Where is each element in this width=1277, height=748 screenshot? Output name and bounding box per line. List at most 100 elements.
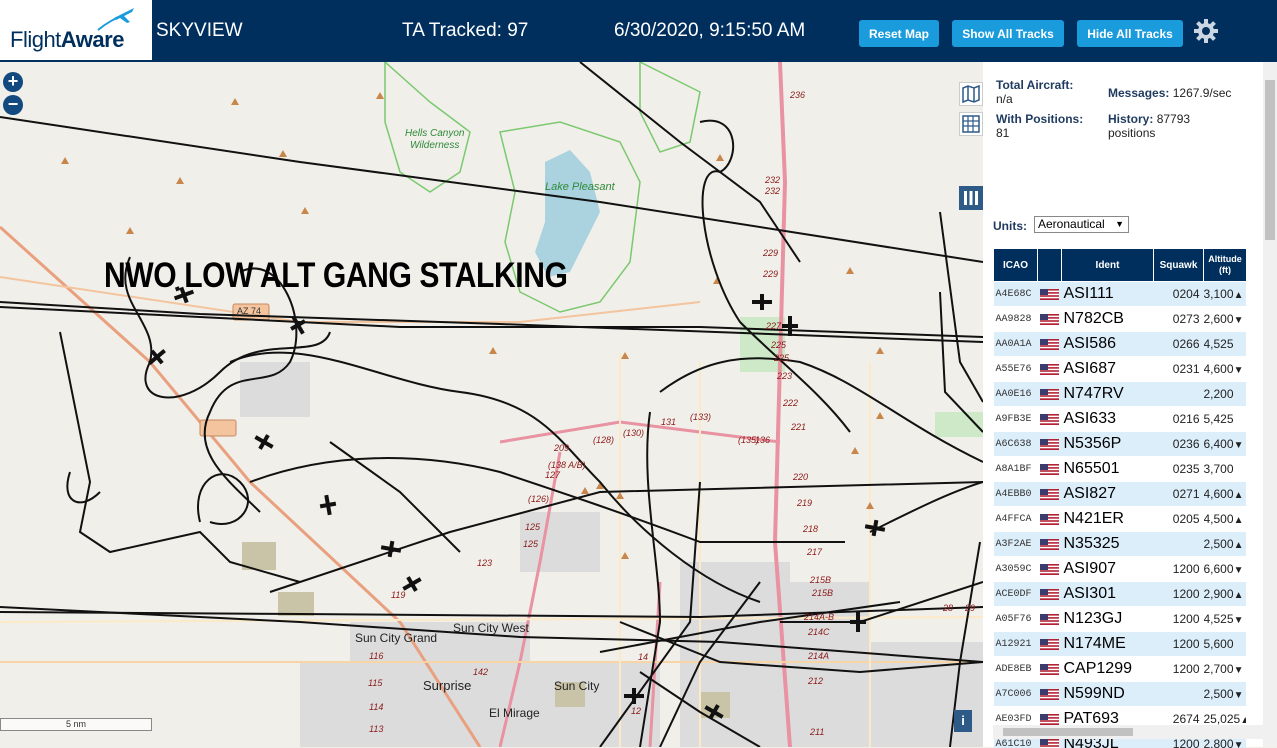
map-canvas xyxy=(0,62,983,747)
row-squawk xyxy=(1154,382,1204,407)
map-layers-button[interactable] xyxy=(959,82,983,106)
road-marker: 236 xyxy=(790,90,805,100)
row-squawk: 1200 xyxy=(1154,582,1204,607)
us-flag-icon xyxy=(1040,714,1059,725)
us-flag-icon xyxy=(1040,414,1059,425)
row-ident: N5356P xyxy=(1062,432,1154,457)
altitude-trend-icon: ▼ xyxy=(1234,665,1244,676)
table-row[interactable]: A7C006N599ND2,500▼ xyxy=(994,682,1247,707)
row-altitude: 3,700 xyxy=(1204,457,1247,482)
row-altitude: 4,525▼ xyxy=(1204,607,1247,632)
row-icao: A4FFCA xyxy=(994,507,1038,532)
row-icao: ACE0DF xyxy=(994,582,1038,607)
scroll-thumb[interactable] xyxy=(1265,80,1275,240)
gear-icon[interactable] xyxy=(1193,18,1219,44)
grid-toggle-button[interactable] xyxy=(959,112,983,136)
flightaware-logo[interactable]: FlightAware xyxy=(0,0,152,60)
horizontal-scrollbar[interactable] xyxy=(993,725,1263,739)
road-marker: 116 xyxy=(369,651,383,661)
row-squawk: 0204 xyxy=(1154,282,1204,307)
zoom-out-button[interactable]: − xyxy=(3,95,23,115)
row-squawk: 0271 xyxy=(1154,482,1204,507)
columns-toggle-button[interactable] xyxy=(959,186,983,210)
info-button[interactable]: i xyxy=(954,710,972,732)
us-flag-icon xyxy=(1040,339,1059,350)
table-row[interactable]: A8A1BFN6550102353,700 xyxy=(994,457,1247,482)
row-flag xyxy=(1038,507,1062,532)
altitude-trend-icon: ▲ xyxy=(1234,290,1244,301)
col-flag[interactable] xyxy=(1038,249,1062,282)
table-row[interactable]: A4EBB0ASI82702714,600▲ xyxy=(994,482,1247,507)
reset-map-button[interactable]: Reset Map xyxy=(859,20,939,47)
row-icao: A7C006 xyxy=(994,682,1038,707)
hscroll-thumb[interactable] xyxy=(1003,728,1133,736)
road-marker: 214A xyxy=(808,651,829,661)
table-row[interactable]: ACE0DFASI30112002,900▲ xyxy=(994,582,1247,607)
aircraft-sidebar: Total Aircraft:n/a With Positions:81 Mes… xyxy=(983,62,1277,747)
road-marker: 114 xyxy=(369,702,383,712)
table-row[interactable]: AA0E16N747RV2,200 xyxy=(994,382,1247,407)
us-flag-icon xyxy=(1040,539,1059,550)
altitude-trend-icon: ▼ xyxy=(1234,615,1244,626)
show-all-tracks-button[interactable]: Show All Tracks xyxy=(952,20,1064,47)
road-marker: 219 xyxy=(797,498,812,508)
road-marker: (138 A/B) xyxy=(548,460,586,470)
road-marker: 225 xyxy=(771,340,786,350)
us-flag-icon xyxy=(1040,589,1059,600)
table-row[interactable]: A3F2AEN353252,500▲ xyxy=(994,532,1247,557)
us-flag-icon xyxy=(1040,664,1059,675)
col-altitude[interactable]: Altitude (ft) xyxy=(1204,249,1247,282)
row-ident: N782CB xyxy=(1062,307,1154,332)
table-row[interactable]: A4E68CASI11102043,100▲ xyxy=(994,282,1247,307)
row-altitude: 3,100▲ xyxy=(1204,282,1247,307)
messages-stat: Messages: 1267.9/sec xyxy=(1108,86,1231,100)
row-altitude: 6,400▼ xyxy=(1204,432,1247,457)
row-altitude: 2,500▲ xyxy=(1204,532,1247,557)
col-ident[interactable]: Ident xyxy=(1062,249,1154,282)
row-squawk xyxy=(1154,682,1204,707)
table-row[interactable]: AA0A1AASI58602664,525 xyxy=(994,332,1247,357)
table-row[interactable]: AA9828N782CB02732,600▼ xyxy=(994,307,1247,332)
table-row[interactable]: A9FB3EASI63302165,425 xyxy=(994,407,1247,432)
row-flag xyxy=(1038,457,1062,482)
aircraft-table-wrap: ICAO Ident Squawk Altitude (ft) A4E68CAS… xyxy=(993,248,1246,748)
zoom-in-button[interactable]: + xyxy=(3,72,23,92)
table-row[interactable]: A3059CASI90712006,600▼ xyxy=(994,557,1247,582)
table-row[interactable]: A6C638N5356P02366,400▼ xyxy=(994,432,1247,457)
road-marker: 119 xyxy=(391,590,405,600)
with-positions-stat: With Positions:81 xyxy=(996,112,1083,140)
road-marker: 12 xyxy=(631,706,641,716)
col-icao[interactable]: ICAO xyxy=(994,249,1038,282)
units-select[interactable]: Aeronautical▼ xyxy=(1034,216,1129,233)
road-marker: 131 xyxy=(661,417,676,427)
col-squawk[interactable]: Squawk xyxy=(1154,249,1204,282)
row-squawk: 0231 xyxy=(1154,357,1204,382)
row-altitude: 5,425 xyxy=(1204,407,1247,432)
grid-icon xyxy=(960,113,982,135)
row-flag xyxy=(1038,282,1062,307)
row-icao: A55E76 xyxy=(994,357,1038,382)
row-altitude: 2,200 xyxy=(1204,382,1247,407)
map-view[interactable]: + − NWO LOW ALT GANG STALKING Hells Cany… xyxy=(0,62,983,747)
road-marker: 115 xyxy=(368,678,382,688)
row-ident: ASI586 xyxy=(1062,332,1154,357)
road-marker: 14 xyxy=(638,652,648,662)
road-marker: 229 xyxy=(763,248,778,258)
row-ident: ASI907 xyxy=(1062,557,1154,582)
table-row[interactable]: A12921N174ME12005,600 xyxy=(994,632,1247,657)
table-row[interactable]: A05F76N123GJ12004,525▼ xyxy=(994,607,1247,632)
altitude-trend-icon: ▼ xyxy=(1234,565,1244,576)
columns-icon xyxy=(960,187,982,209)
table-row[interactable]: A55E76ASI68702314,600▼ xyxy=(994,357,1247,382)
road-marker: 127 xyxy=(545,470,560,480)
road-marker: 29 xyxy=(965,603,975,613)
row-squawk: 0235 xyxy=(1154,457,1204,482)
aircraft-table: ICAO Ident Squawk Altitude (ft) A4E68CAS… xyxy=(993,248,1246,748)
hide-all-tracks-button[interactable]: Hide All Tracks xyxy=(1077,20,1183,47)
row-icao: A3F2AE xyxy=(994,532,1038,557)
table-row[interactable]: A4FFCAN421ER02054,500▲ xyxy=(994,507,1247,532)
table-row[interactable]: ADE8EBCAP129912002,700▼ xyxy=(994,657,1247,682)
row-flag xyxy=(1038,482,1062,507)
road-marker: 220 xyxy=(793,472,808,482)
vertical-scrollbar[interactable] xyxy=(1263,62,1277,747)
